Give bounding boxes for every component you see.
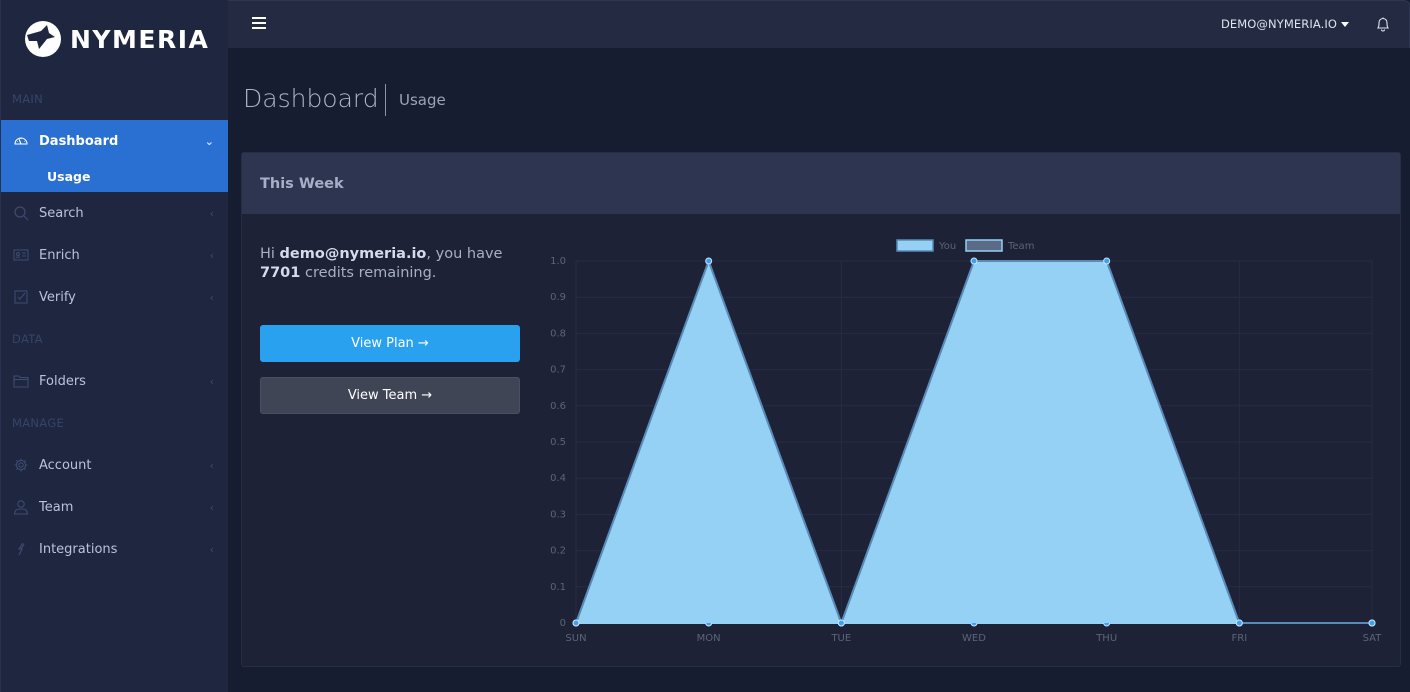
x-tick-label: MON	[697, 633, 721, 644]
section-label-main: MAIN	[12, 92, 43, 106]
sidebar-subitem-usage[interactable]: Usage	[1, 162, 228, 190]
x-tick-label: THU	[1095, 633, 1117, 644]
legend-swatch-you	[896, 239, 934, 252]
y-tick-label: 0.3	[550, 509, 566, 520]
usage-chart-svg: 0 0.1 0.2 0.3 0.4 0.5 0.6 0.7 0.8 0.9 1.0 SUN MON TUE…	[550, 239, 1383, 644]
bell-icon[interactable]	[1376, 16, 1390, 32]
greeting-prefix: Hi	[260, 246, 280, 262]
x-tick-label: TUE	[830, 633, 851, 644]
dashboard-group: Dashboard ⌄ Usage	[1, 120, 228, 192]
data-point-you	[1368, 619, 1376, 627]
sidebar-item-label: Account	[39, 457, 92, 473]
sidebar-item-label: Search	[39, 205, 84, 221]
sidebar-item-label: Team	[39, 499, 74, 515]
chevron-left-icon: ‹	[209, 458, 214, 472]
y-tick-label: 0.2	[550, 546, 566, 557]
section-label-manage: MANAGE	[12, 416, 65, 430]
plug-icon	[13, 541, 29, 557]
chevron-left-icon: ‹	[209, 248, 214, 262]
greeting-email: demo@nymeria.io	[279, 246, 427, 262]
search-icon	[13, 205, 29, 221]
data-point-you	[1235, 619, 1243, 627]
data-point-you	[1103, 257, 1111, 265]
sidebar: NYMERIA MAIN Dashboard ⌄ Usage Search ‹ …	[0, 0, 228, 692]
chevron-left-icon: ‹	[209, 500, 214, 514]
chevron-left-icon: ‹	[209, 206, 214, 220]
sidebar-item-label: Enrich	[39, 247, 80, 263]
data-point-you	[970, 257, 978, 265]
data-point-you	[705, 257, 713, 265]
page-title: Dashboard	[243, 84, 379, 113]
legend-label-you: You	[938, 241, 956, 252]
brand-logo[interactable]: NYMERIA	[1, 0, 228, 78]
x-tick-label: SUN	[565, 633, 586, 644]
legend-label-team: Team	[1007, 241, 1034, 252]
sidebar-item-dashboard[interactable]: Dashboard ⌄	[1, 120, 228, 162]
credits-count: 7701	[260, 265, 301, 281]
y-tick-label: 1.0	[550, 256, 566, 267]
page-subtitle: Usage	[399, 91, 446, 109]
view-team-button[interactable]: View Team →	[260, 377, 520, 414]
x-tick-label: SAT	[1363, 633, 1383, 644]
greeting-middle: , you have	[426, 246, 503, 262]
data-point-you	[572, 619, 580, 627]
card-title: This Week	[242, 153, 1400, 214]
sidebar-item-label: Dashboard	[39, 133, 119, 149]
wolf-logo-icon	[25, 21, 61, 57]
section-label-data: DATA	[12, 332, 43, 346]
y-tick-label: 0.1	[550, 582, 566, 593]
x-tick-label: WED	[962, 633, 986, 644]
chevron-left-icon: ‹	[209, 290, 214, 304]
brand-name: NYMERIA	[70, 24, 210, 54]
folder-icon	[13, 373, 29, 389]
y-tick-label: 0.8	[550, 328, 566, 339]
sidebar-item-integrations[interactable]: Integrations ‹	[1, 528, 228, 570]
chevron-left-icon: ‹	[209, 542, 214, 556]
gauge-icon	[13, 133, 29, 149]
caret-down-icon	[1341, 22, 1349, 27]
y-tick-label: 0.4	[550, 473, 566, 484]
sidebar-item-label: Verify	[39, 289, 76, 305]
user-menu-dropdown[interactable]: DEMO@NYMERIA.IO	[1221, 17, 1349, 31]
data-point-you	[837, 619, 845, 627]
chevron-left-icon: ‹	[209, 374, 214, 388]
y-tick-label: 0	[560, 618, 566, 629]
gear-icon	[13, 457, 29, 473]
y-tick-label: 0.5	[550, 437, 566, 448]
user-icon	[13, 499, 29, 515]
chevron-down-icon: ⌄	[204, 134, 214, 148]
y-tick-label: 0.9	[550, 292, 566, 303]
legend-swatch-team	[965, 239, 1003, 252]
sidebar-item-search[interactable]: Search ‹	[1, 192, 228, 234]
y-tick-label: 0.7	[550, 365, 566, 376]
checkbox-icon	[13, 289, 29, 305]
sidebar-item-team[interactable]: Team ‹	[1, 486, 228, 528]
sidebar-item-enrich[interactable]: Enrich ‹	[1, 234, 228, 276]
credits-greeting: Hi demo@nymeria.io, you have 7701 credit…	[260, 245, 520, 283]
id-card-icon	[13, 247, 29, 263]
user-email: DEMO@NYMERIA.IO	[1220, 17, 1337, 31]
y-tick-label: 0.6	[550, 401, 566, 412]
title-divider	[385, 84, 386, 116]
sidebar-item-label: Integrations	[39, 541, 118, 557]
usage-chart: 0 0.1 0.2 0.3 0.4 0.5 0.6 0.7 0.8 0.9 1.0 SUN MON TUE…	[542, 233, 1392, 663]
sidebar-item-verify[interactable]: Verify ‹	[1, 276, 228, 318]
hamburger-icon[interactable]	[252, 17, 266, 31]
greeting-suffix: credits remaining.	[300, 265, 437, 281]
sidebar-item-label: Folders	[39, 373, 86, 389]
x-tick-label: FRI	[1232, 633, 1248, 644]
sidebar-item-folders[interactable]: Folders ‹	[1, 360, 228, 402]
usage-card: This Week Hi demo@nymeria.io, you have 7…	[241, 152, 1401, 667]
topbar: DEMO@NYMERIA.IO	[228, 0, 1410, 48]
sidebar-item-account[interactable]: Account ‹	[1, 444, 228, 486]
view-plan-button[interactable]: View Plan →	[260, 325, 520, 362]
